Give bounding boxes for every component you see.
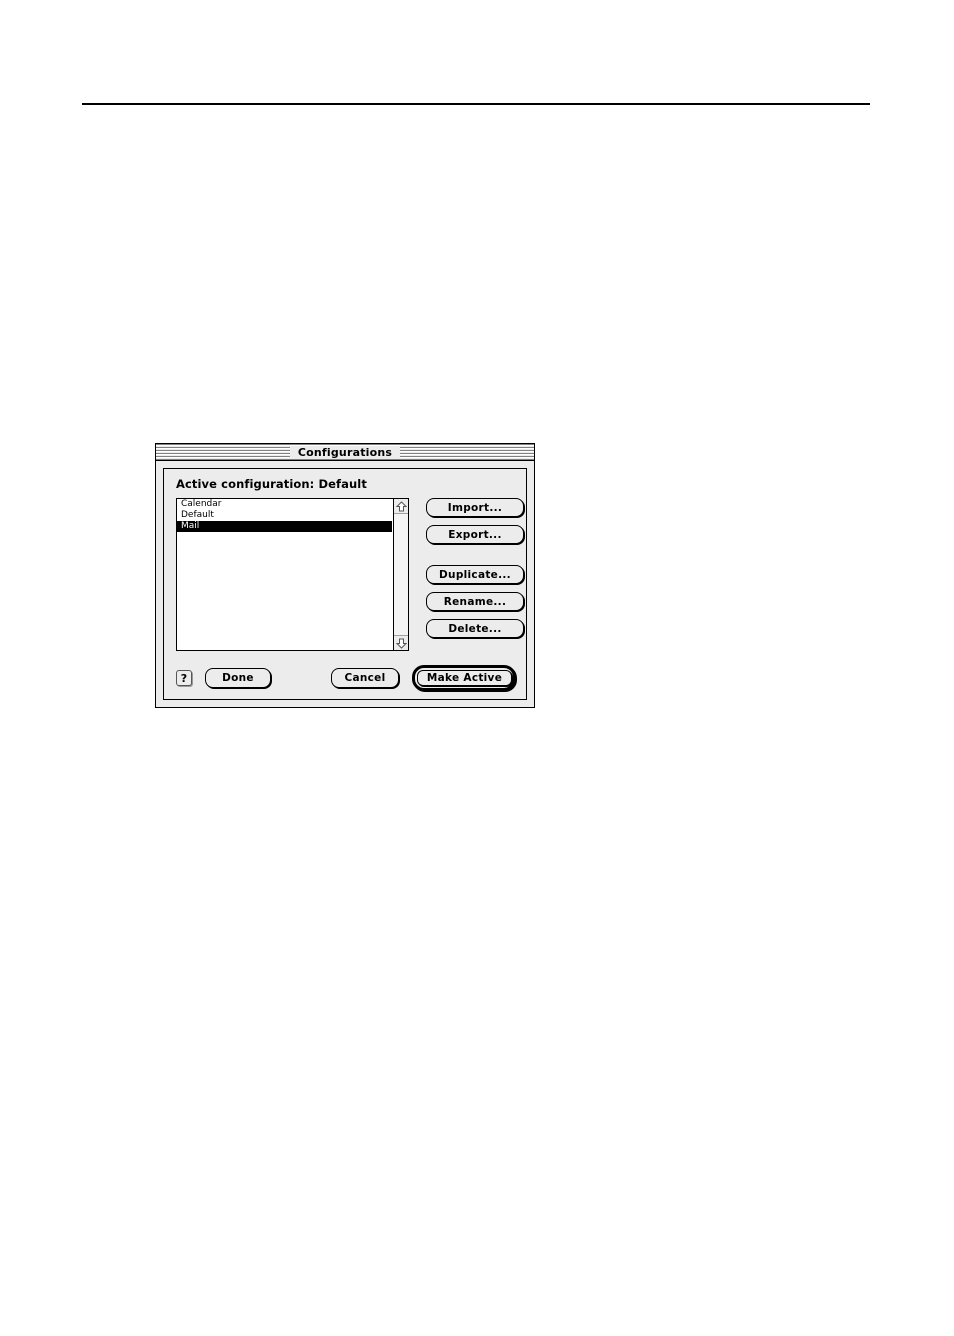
dialog-titlebar[interactable]: Configurations xyxy=(156,444,534,461)
list-item[interactable]: Default xyxy=(177,510,392,521)
configurations-dialog: Configurations Active configuration: Def… xyxy=(155,443,535,708)
duplicate-button[interactable]: Duplicate... xyxy=(426,565,524,584)
scrollbar-track[interactable] xyxy=(394,514,408,635)
configurations-listbox[interactable]: Calendar Default Mail xyxy=(176,498,409,651)
dialog-body: Active configuration: Default Calendar D… xyxy=(163,468,527,700)
arrow-down-icon[interactable] xyxy=(394,635,408,650)
list-scrollbar[interactable] xyxy=(393,499,408,650)
dialog-title: Configurations xyxy=(289,445,401,459)
cancel-button[interactable]: Cancel xyxy=(331,668,399,688)
dialog-footer: ? Done Cancel Make Active xyxy=(176,665,516,691)
export-button[interactable]: Export... xyxy=(426,525,524,544)
configurations-list[interactable]: Calendar Default Mail xyxy=(177,499,392,650)
question-mark-icon[interactable]: ? xyxy=(176,670,192,686)
list-item[interactable]: Calendar xyxy=(177,499,392,510)
page-header-rule xyxy=(82,103,870,105)
import-button[interactable]: Import... xyxy=(426,498,524,517)
default-button-ring: Make Active xyxy=(412,665,516,691)
make-active-button[interactable]: Make Active xyxy=(417,670,512,686)
active-configuration-label: Active configuration: Default xyxy=(176,477,367,491)
action-buttons-group: Import... Export... Duplicate... Rename.… xyxy=(426,498,524,646)
delete-button[interactable]: Delete... xyxy=(426,619,524,638)
arrow-up-icon[interactable] xyxy=(394,499,408,514)
list-item[interactable]: Mail xyxy=(177,521,392,532)
done-button[interactable]: Done xyxy=(205,668,271,688)
rename-button[interactable]: Rename... xyxy=(426,592,524,611)
